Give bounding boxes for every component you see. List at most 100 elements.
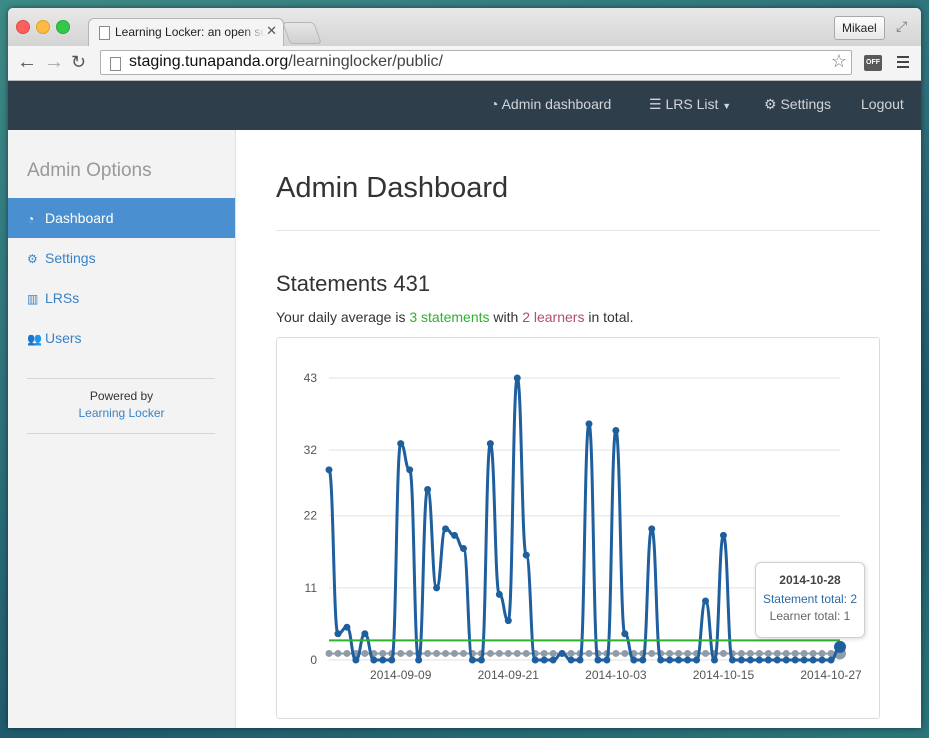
sidebar-item-users[interactable]: 👥 Users <box>8 318 235 358</box>
statements-point <box>702 597 710 605</box>
statements-point <box>594 656 602 664</box>
learners-point <box>818 649 826 657</box>
minimize-window-icon[interactable] <box>36 20 50 34</box>
browser-toolbar: ← → ↻ staging.tunapanda.org/learninglock… <box>8 46 921 81</box>
list-icon: ☰ <box>649 96 662 112</box>
statements-point <box>477 656 485 664</box>
statements-point <box>710 656 718 664</box>
browser-tab[interactable]: Learning Locker: an open source LRS ✕ <box>88 18 284 46</box>
x-tick-label: 2014-09-21 <box>478 668 540 682</box>
y-tick-label: 43 <box>304 371 318 385</box>
learners-point <box>334 649 342 657</box>
learners-point <box>504 649 512 657</box>
statements-point <box>719 531 727 539</box>
statements-point <box>603 656 611 664</box>
learners-point <box>612 649 620 657</box>
learners-point <box>459 649 467 657</box>
extension-icon[interactable]: OFF <box>864 55 882 71</box>
learners-point <box>433 649 441 657</box>
learners-point <box>540 649 548 657</box>
statements-point <box>415 656 423 664</box>
dashboard-icon: ◔ <box>27 212 35 226</box>
statements-point <box>675 656 683 664</box>
learners-point <box>451 649 459 657</box>
learners-point <box>549 649 557 657</box>
learners-point <box>522 649 530 657</box>
close-tab-icon[interactable]: ✕ <box>266 23 277 39</box>
caret-down-icon: ▼ <box>722 101 732 111</box>
learners-point <box>702 649 710 657</box>
statements-point <box>639 656 647 664</box>
tooltip-statements: Statement total: 2 <box>762 592 858 606</box>
statements-point <box>451 531 459 539</box>
forward-icon[interactable]: → <box>44 52 64 72</box>
sidebar-item-dashboard[interactable]: ◔ Dashboard <box>8 198 235 238</box>
statements-point <box>800 656 808 664</box>
statements-point <box>612 426 620 434</box>
statements-point <box>666 656 674 664</box>
nav-settings[interactable]: ⚙ Settings <box>764 96 831 113</box>
x-tick-label: 2014-10-15 <box>693 668 755 682</box>
learners-point <box>719 649 727 657</box>
learners-point <box>755 649 763 657</box>
statements-point <box>325 466 333 474</box>
statements-point <box>755 656 763 664</box>
learners-point <box>648 649 656 657</box>
zoom-window-icon[interactable] <box>56 20 70 34</box>
statements-point <box>764 656 772 664</box>
statements-point <box>693 656 701 664</box>
nav-lrs-list[interactable]: ☰ LRS List ▼ <box>649 96 731 113</box>
learners-point <box>424 649 432 657</box>
main-content: Admin Dashboard Statements 431 Your dail… <box>236 130 921 728</box>
reload-icon[interactable]: ↻ <box>71 52 86 72</box>
statements-point <box>352 656 360 664</box>
close-window-icon[interactable] <box>16 20 30 34</box>
statements-point <box>818 656 826 664</box>
statements-point <box>468 656 476 664</box>
dashboard-icon: ◔ <box>490 96 499 112</box>
powered-by: Powered by Learning Locker <box>8 388 235 422</box>
statements-point <box>737 656 745 664</box>
back-icon[interactable]: ← <box>17 52 37 72</box>
page-title: Admin Dashboard <box>276 172 509 204</box>
learners-point <box>513 649 521 657</box>
menu-icon[interactable] <box>897 56 909 71</box>
gear-icon: ⚙ <box>27 252 38 266</box>
learning-locker-link[interactable]: Learning Locker <box>78 406 164 420</box>
statements-point <box>370 656 378 664</box>
learners-point <box>567 649 575 657</box>
x-tick-label: 2014-10-27 <box>800 668 862 682</box>
new-tab-button[interactable] <box>281 22 323 44</box>
sidebar: Admin Options ◔ Dashboard ⚙ Settings ▥ LRSs… <box>8 130 236 728</box>
statements-point <box>746 656 754 664</box>
learners-point <box>764 649 772 657</box>
statements-point <box>684 656 692 664</box>
statements-chart: 0 11 22 32 43 2014-09-09 2014-09-21 2014-10-03 2… <box>276 337 880 719</box>
statements-point <box>442 525 450 533</box>
tab-title: Learning Locker: an open source LRS <box>115 25 265 39</box>
learners-point <box>791 649 799 657</box>
statements-point <box>773 656 781 664</box>
statements-point <box>621 630 629 638</box>
daily-average-text: Your daily average is 3 statements with … <box>276 309 634 325</box>
statements-point <box>576 656 584 664</box>
learners-point <box>325 649 333 657</box>
sidebar-item-settings[interactable]: ⚙ Settings <box>8 238 235 278</box>
divider <box>27 433 215 434</box>
daily-learners: 2 learners <box>522 309 585 325</box>
statements-point <box>567 656 575 664</box>
profile-button[interactable]: Mikael <box>834 16 885 40</box>
learners-point <box>800 649 808 657</box>
nav-admin-dashboard[interactable]: ◔ Admin dashboard <box>490 96 611 112</box>
y-tick-label: 22 <box>304 509 318 523</box>
address-bar[interactable]: staging.tunapanda.org/learninglocker/pub… <box>100 50 852 75</box>
learners-point <box>486 649 494 657</box>
nav-logout[interactable]: Logout <box>861 96 904 112</box>
y-tick-label: 11 <box>305 581 318 595</box>
bookmark-star-icon[interactable]: ☆ <box>831 51 847 72</box>
fullscreen-icon[interactable]: ⤢ <box>896 18 907 35</box>
statements-point <box>540 656 548 664</box>
sidebar-item-lrss[interactable]: ▥ LRSs <box>8 278 235 318</box>
url-text[interactable]: staging.tunapanda.org/learninglocker/pub… <box>129 53 443 71</box>
learners-point <box>675 649 683 657</box>
